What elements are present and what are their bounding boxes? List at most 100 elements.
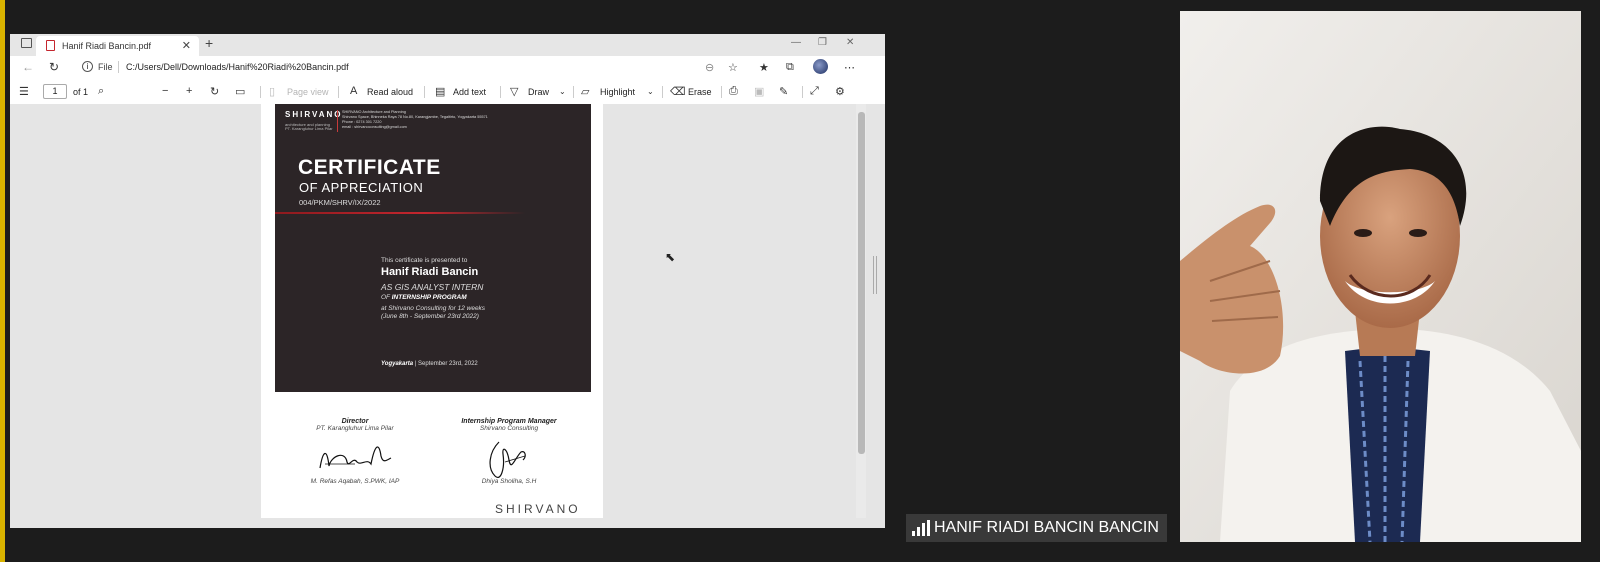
zoom-out-icon[interactable]: − — [162, 85, 168, 97]
highlight-chevron-down-icon[interactable]: ⌄ — [647, 87, 654, 96]
signature-image — [319, 446, 392, 469]
url-separator — [118, 61, 119, 73]
collections-icon[interactable]: ⧉ — [786, 61, 794, 74]
browser-window: Hanif Riadi Bancin.pdf ✕ + — ❐ ✕ ← ↻ i F… — [10, 34, 885, 528]
read-aloud-icon[interactable]: A — [350, 85, 357, 97]
draw-icon[interactable]: ▽ — [510, 85, 518, 98]
toolbar-separator — [721, 86, 722, 98]
program-dates: (June 8th - September 23rd 2022) — [381, 313, 479, 320]
signal-strength-icon — [912, 520, 930, 536]
zoom-icon[interactable]: ⊖ — [705, 61, 714, 74]
rotate-icon[interactable]: ↻ — [210, 85, 219, 98]
presented-text: This certificate is presented to — [381, 257, 468, 264]
signature-director: Director PT. Karangluhur Lima Pilar M. R… — [285, 418, 425, 485]
print-icon[interactable]: ⎙ — [729, 85, 738, 98]
participant-name-tag: HANIF RIADI BANCIN BANCIN — [906, 514, 1167, 542]
highlight-button[interactable]: Highlight — [600, 87, 635, 97]
save-as-icon[interactable]: ✎ — [779, 85, 788, 98]
participant-video-image — [1180, 11, 1581, 542]
footer-logo: SHIRVANO — [495, 502, 581, 516]
settings-icon[interactable]: ⚙ — [835, 85, 845, 98]
contents-icon[interactable]: ☰ — [19, 85, 29, 98]
url-scheme-label: File — [98, 62, 113, 72]
minimize-icon[interactable]: — — [791, 37, 801, 48]
accent-line — [275, 212, 525, 214]
page-view-icon: ▯ — [269, 86, 276, 98]
pdf-page: SHIRVANO architecture and planning PT. K… — [261, 104, 603, 518]
toolbar-separator — [338, 86, 339, 98]
recipient-name: Hanif Riadi Bancin — [381, 266, 479, 278]
scroll-thumb[interactable] — [858, 112, 865, 454]
certificate-number: 004/PKM/SHRV/IX/2022 — [299, 198, 381, 207]
participant-name: HANIF RIADI BANCIN BANCIN — [934, 519, 1159, 536]
program-name: INTERNSHIP PROGRAM — [391, 294, 467, 301]
logo-divider — [337, 110, 338, 132]
issue-place: Yogyakarta — [381, 361, 414, 367]
save-icon: ▣ — [754, 86, 765, 98]
profile-avatar[interactable] — [813, 59, 828, 74]
certificate-subtitle: OF APPRECIATION — [299, 180, 424, 195]
resize-handle[interactable] — [873, 256, 877, 294]
mouse-cursor-icon: ⬉ — [665, 250, 676, 264]
search-icon[interactable]: ⌕ — [98, 85, 104, 98]
add-text-icon[interactable]: ▤ — [435, 85, 445, 98]
eraser-icon[interactable]: ⌫ — [670, 85, 686, 98]
pdf-viewer[interactable]: SHIRVANO architecture and planning PT. K… — [10, 104, 885, 528]
program-of: OF — [381, 294, 390, 301]
pdf-toolbar: ☰ 1 of 1 ⌕ − + ↻ ▭ ▯ Page view A Read al… — [10, 80, 885, 105]
tab-pdf[interactable]: Hanif Riadi Bancin.pdf ✕ — [36, 36, 199, 56]
draw-chevron-down-icon[interactable]: ⌄ — [559, 87, 566, 96]
back-icon[interactable]: ← — [22, 60, 34, 74]
signer-name: Dhiya Sholiha, S.H — [481, 478, 537, 485]
new-tab-icon[interactable]: + — [205, 35, 213, 51]
fit-page-icon[interactable]: ▭ — [235, 85, 245, 98]
toolbar-separator — [500, 86, 501, 98]
highlight-icon[interactable]: ▱ — [581, 85, 589, 98]
toolbar-separator — [573, 86, 574, 98]
window-border — [0, 0, 5, 562]
program-line: OF INTERNSHIP PROGRAM — [381, 294, 467, 301]
read-aloud-button[interactable]: Read aloud — [367, 87, 413, 97]
toolbar-separator — [260, 86, 261, 98]
address-bar: ← ↻ i File C:/Users/Dell/Downloads/Hanif… — [10, 56, 885, 81]
url-field[interactable]: i File C:/Users/Dell/Downloads/Hanif%20R… — [80, 58, 745, 77]
logo-company: PT. Karangluhur Lima Pilar — [285, 126, 333, 131]
toolbar-separator — [424, 86, 425, 98]
tab-close-icon[interactable]: ✕ — [182, 39, 191, 52]
signer-org: Shirvano Consulting — [479, 425, 539, 432]
tab-bar: Hanif Riadi Bancin.pdf ✕ + — ❐ ✕ — [10, 34, 885, 56]
add-favorite-icon[interactable]: ☆ — [728, 61, 738, 74]
signer-name: M. Refas Aqabah, S.PWK, IAP — [310, 478, 400, 485]
tab-actions-icon[interactable] — [21, 38, 32, 48]
scrollbar[interactable] — [856, 104, 866, 518]
fullscreen-icon[interactable]: ⤢ — [810, 85, 819, 98]
erase-button[interactable]: Erase — [688, 87, 712, 97]
issue-place-date: Yogyakarta | September 23rd, 2022 — [381, 361, 478, 367]
more-menu-icon[interactable]: ⋯ — [844, 61, 855, 74]
page-number-input[interactable]: 1 — [43, 84, 67, 99]
info-icon[interactable]: i — [82, 61, 93, 72]
signer-role: Internship Program Manager — [461, 418, 557, 425]
close-window-icon[interactable]: ✕ — [846, 37, 854, 48]
issue-date: | September 23rd, 2022 — [414, 361, 478, 367]
url-text[interactable]: C:/Users/Dell/Downloads/Hanif%20Riadi%20… — [126, 62, 349, 72]
toolbar-separator — [662, 86, 663, 98]
add-text-button[interactable]: Add text — [453, 87, 486, 97]
certificate-panel: SHIRVANO architecture and planning PT. K… — [275, 104, 591, 392]
program-location: at Shirvano Consulting for 12 weeks — [381, 305, 486, 312]
signer-role: Director — [341, 418, 369, 425]
page-view-button: Page view — [287, 87, 329, 97]
refresh-icon[interactable]: ↻ — [49, 60, 59, 74]
page-total: of 1 — [73, 87, 89, 97]
signature-manager: Internship Program Manager Shirvano Cons… — [439, 418, 579, 485]
zoom-in-icon[interactable]: + — [186, 85, 192, 97]
signature-image — [489, 441, 526, 478]
restore-icon[interactable]: ❐ — [818, 37, 827, 48]
draw-button[interactable]: Draw — [528, 87, 549, 97]
favorites-icon[interactable]: ★ — [759, 61, 769, 74]
company-logo: SHIRVANO — [285, 110, 343, 119]
pdf-file-icon — [46, 40, 55, 51]
certificate-title: CERTIFICATE — [298, 156, 441, 179]
tab-title: Hanif Riadi Bancin.pdf — [62, 41, 152, 51]
participant-video — [1180, 11, 1581, 542]
